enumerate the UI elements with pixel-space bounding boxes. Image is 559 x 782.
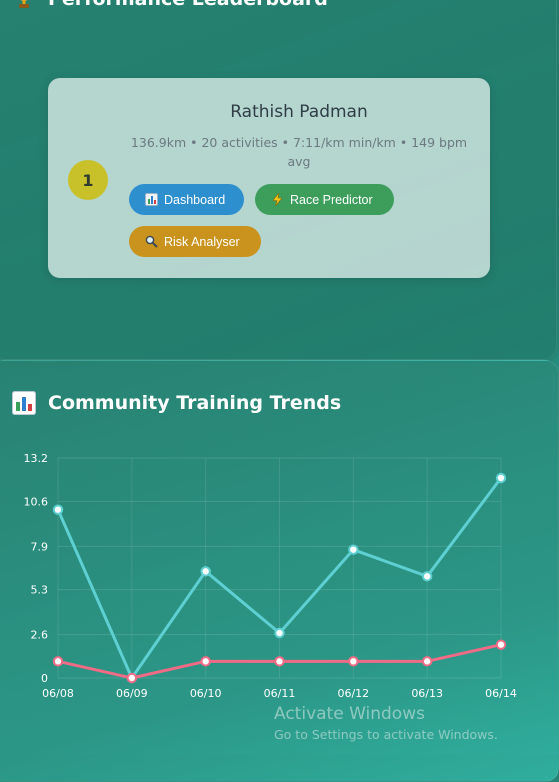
dashboard-label: Dashboard <box>164 192 226 207</box>
data-point <box>348 544 359 555</box>
data-point <box>495 639 507 650</box>
data-point <box>421 656 433 667</box>
leaderboard-title-text: Performance Leaderboard <box>48 0 328 10</box>
data-point <box>348 656 359 667</box>
y-tick-label: 10.6 <box>24 495 49 508</box>
leaderboard-entry: 1 Rathish Padman 136.9km • 20 activities… <box>48 78 490 278</box>
training-trends-chart: 0 2.6 5.3 7.9 10.6 13.2 06/08 06/09 06/10 06/11 06… <box>24 452 517 700</box>
data-point <box>274 656 285 667</box>
trends-title: Community Training Trends <box>12 391 341 415</box>
data-point <box>274 627 285 639</box>
data-point <box>126 672 138 684</box>
athlete-stats: 136.9km • 20 activities • 7:11/km min/km… <box>130 135 468 169</box>
athlete-name: Rathish Padman <box>230 102 368 122</box>
x-tick-label: 06/10 <box>190 687 222 700</box>
data-point <box>495 472 507 484</box>
y-tick-label: 7.9 <box>31 540 49 553</box>
y-tick-label: 0 <box>41 672 48 685</box>
rank-badge: 1 <box>68 160 108 200</box>
trophy-icon <box>12 0 36 11</box>
x-tick-label: 06/12 <box>337 687 369 700</box>
x-tick-label: 06/13 <box>411 687 443 700</box>
risk-analyser-label: Risk Analyser <box>164 234 240 249</box>
dashboard-button[interactable]: Dashboard <box>129 184 244 215</box>
data-point <box>52 656 64 667</box>
magnifier-icon <box>145 235 158 248</box>
y-tick-label: 2.6 <box>31 629 49 642</box>
x-tick-label: 06/09 <box>116 687 148 700</box>
data-point <box>200 656 211 667</box>
data-point <box>52 504 64 515</box>
watermark-subtitle: Go to Settings to activate Windows. <box>274 727 498 742</box>
bar-chart-icon <box>12 391 36 415</box>
leaderboard-title: Performance Leaderboard <box>12 0 328 11</box>
data-point <box>200 566 211 577</box>
x-tick-label: 06/14 <box>485 687 517 700</box>
lightning-icon <box>271 192 284 207</box>
race-predictor-button[interactable]: Race Predictor <box>255 184 394 215</box>
x-tick-label: 06/08 <box>42 687 74 700</box>
x-tick-label: 06/11 <box>264 687 296 700</box>
watermark-title: Activate Windows <box>274 704 425 724</box>
y-tick-label: 13.2 <box>24 452 49 465</box>
race-predictor-label: Race Predictor <box>290 192 373 207</box>
data-point <box>421 571 433 582</box>
risk-analyser-button[interactable]: Risk Analyser <box>129 226 261 257</box>
activate-windows-watermark: Activate Windows Go to Settings to activ… <box>274 704 498 742</box>
dashboard-icon <box>145 193 158 206</box>
trends-title-text: Community Training Trends <box>48 392 342 414</box>
y-tick-label: 5.3 <box>31 584 49 597</box>
